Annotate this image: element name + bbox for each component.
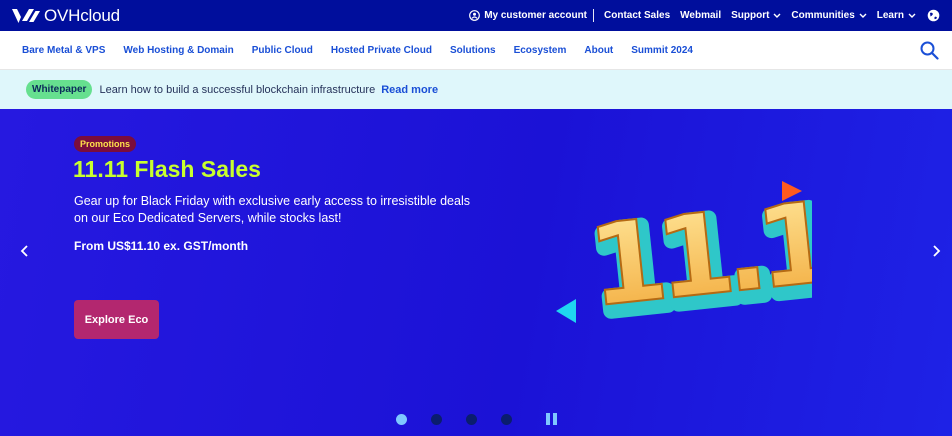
top-navigation: My customer account Contact Sales Webmai… bbox=[469, 0, 916, 31]
art-number: 11.11 bbox=[583, 171, 812, 332]
art-triangle-cyan bbox=[556, 299, 576, 323]
nav-hosted-private-cloud[interactable]: Hosted Private Cloud bbox=[331, 45, 432, 56]
nav-bare-metal-vps[interactable]: Bare Metal & VPS bbox=[22, 45, 105, 56]
hero-price: From US$11.10 ex. GST/month bbox=[74, 239, 249, 253]
explore-eco-button[interactable]: Explore Eco bbox=[74, 300, 159, 339]
contact-sales-label: Contact Sales bbox=[604, 10, 671, 21]
announcement-bar: Whitepaper Learn how to build a successf… bbox=[0, 70, 952, 109]
globe-icon[interactable] bbox=[927, 9, 940, 22]
read-more-link[interactable]: Read more bbox=[381, 84, 438, 96]
promotions-badge: Promotions bbox=[74, 136, 137, 152]
search-icon[interactable] bbox=[920, 41, 939, 60]
nav-about[interactable]: About bbox=[584, 45, 613, 56]
top-nav-divider bbox=[593, 9, 595, 22]
ovhcloud-logo[interactable]: OVHcloud bbox=[12, 6, 120, 26]
carousel-dot[interactable] bbox=[501, 413, 512, 425]
pause-icon[interactable] bbox=[546, 413, 560, 425]
learn-label: Learn bbox=[876, 10, 904, 21]
ovhcloud-logo-icon bbox=[12, 9, 40, 23]
brand-name: OVHcloud bbox=[44, 6, 120, 25]
nav-web-hosting-domain[interactable]: Web Hosting & Domain bbox=[123, 45, 233, 56]
chevron-down-icon bbox=[859, 13, 867, 18]
carousel-pagination bbox=[396, 413, 560, 425]
learn-menu[interactable]: Learn bbox=[877, 10, 916, 21]
carousel-dot[interactable] bbox=[396, 413, 407, 425]
carousel-dot[interactable] bbox=[466, 413, 477, 425]
nav-public-cloud[interactable]: Public Cloud bbox=[252, 45, 313, 56]
communities-menu[interactable]: Communities bbox=[791, 10, 867, 21]
chevron-right-icon[interactable] bbox=[929, 244, 943, 258]
webmail-label: Webmail bbox=[680, 10, 722, 21]
nav-solutions[interactable]: Solutions bbox=[450, 45, 496, 56]
announcement-text: Learn how to build a successful blockcha… bbox=[99, 83, 376, 96]
support-menu[interactable]: Support bbox=[731, 10, 781, 21]
chevron-down-icon bbox=[908, 13, 916, 18]
whitepaper-badge: Whitepaper bbox=[26, 80, 93, 99]
chevron-left-icon[interactable] bbox=[18, 244, 32, 258]
carousel-dot[interactable] bbox=[431, 413, 442, 425]
top-bar: OVHcloud My customer account Contact Sal… bbox=[0, 0, 952, 31]
communities-label: Communities bbox=[791, 10, 855, 21]
support-label: Support bbox=[731, 10, 770, 21]
my-account-link[interactable]: My customer account bbox=[469, 10, 587, 21]
hero-description: Gear up for Black Friday with exclusive … bbox=[74, 194, 470, 225]
chevron-down-icon bbox=[773, 13, 781, 18]
user-icon bbox=[469, 10, 481, 21]
main-navigation: Bare Metal & VPS Web Hosting & Domain Pu… bbox=[0, 31, 952, 70]
nav-ecosystem[interactable]: Ecosystem bbox=[514, 45, 567, 56]
eleven-eleven-illustration: 11.11 11.11 bbox=[556, 170, 812, 334]
nav-summit-2024[interactable]: Summit 2024 bbox=[631, 45, 693, 56]
hero-title: 11.11 Flash Sales bbox=[73, 156, 261, 182]
webmail-link[interactable]: Webmail bbox=[680, 10, 721, 21]
main-nav-links: Bare Metal & VPS Web Hosting & Domain Pu… bbox=[22, 31, 711, 69]
contact-sales-link[interactable]: Contact Sales bbox=[604, 10, 670, 21]
my-account-label: My customer account bbox=[484, 10, 588, 21]
hero-carousel: Promotions 11.11 Flash Sales Gear up for… bbox=[0, 109, 952, 436]
